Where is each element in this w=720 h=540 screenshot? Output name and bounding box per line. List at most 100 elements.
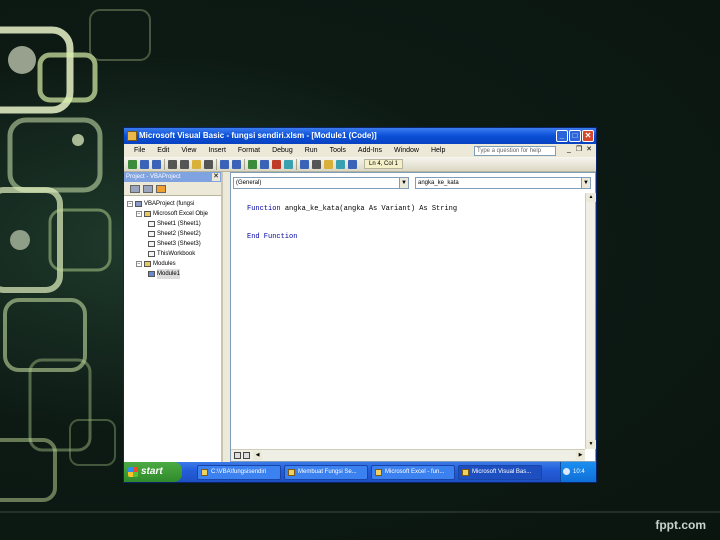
close-button[interactable]: ✕ <box>582 130 594 142</box>
excel-icon <box>375 468 382 476</box>
doc-close-button[interactable]: ✕ <box>585 146 593 154</box>
doc-minimize-button[interactable]: _ <box>565 146 573 154</box>
tray-icon[interactable] <box>563 468 570 475</box>
break-icon[interactable] <box>260 159 269 169</box>
tree-node-thisworkbook[interactable]: ThisWorkbook <box>124 249 221 259</box>
code-window: (General) ▼ angka_ke_kata ▼ Function ang… <box>230 172 596 462</box>
start-label: start <box>141 466 163 477</box>
tree-node-excel-objects[interactable]: − Microsoft Excel Obje <box>124 209 221 219</box>
tree-node-label: Module1 <box>157 269 181 279</box>
collapse-toggle[interactable]: − <box>127 201 133 207</box>
tree-node-vbaproject[interactable]: − VBAProject (fungsi <box>124 199 221 209</box>
tree-node-modules[interactable]: − Modules <box>124 259 221 269</box>
toolbox-icon[interactable] <box>336 159 345 169</box>
start-button[interactable]: start <box>124 462 182 482</box>
menu-run[interactable]: Run <box>299 147 324 154</box>
run-icon[interactable] <box>248 159 257 169</box>
code-text: angka_ke_kata(angka As Variant) As Strin… <box>284 205 458 213</box>
system-tray: 10:4 <box>560 462 596 482</box>
folder-icon <box>144 211 151 217</box>
view-object-icon[interactable] <box>143 184 153 193</box>
watermark-text: fppt.com <box>655 518 706 532</box>
view-code-icon[interactable] <box>130 184 140 193</box>
object-browser-icon[interactable] <box>324 159 333 169</box>
collapse-toggle[interactable]: − <box>136 261 142 267</box>
taskbar-item-vb-editor[interactable]: Microsoft Visual Bas... <box>458 464 542 480</box>
object-dropdown-value: (General) <box>236 180 262 186</box>
menu-format[interactable]: Format <box>232 147 266 154</box>
collapse-toggle[interactable]: − <box>136 211 142 217</box>
menu-debug[interactable]: Debug <box>266 147 299 154</box>
menu-edit[interactable]: Edit <box>151 147 175 154</box>
windows-logo-icon <box>128 467 138 477</box>
code-editor[interactable]: Function angka_ke_kata(angka As Variant)… <box>231 193 585 449</box>
tree-node-label: Microsoft Excel Obje <box>153 211 209 217</box>
vb-icon <box>462 468 469 476</box>
taskbar-item-excel[interactable]: Microsoft Excel - fun... <box>371 464 455 480</box>
ask-question-input[interactable]: Type a question for help <box>474 146 556 156</box>
copy-icon[interactable] <box>180 159 189 169</box>
sheet-icon <box>148 231 155 237</box>
tree-node-sheet1[interactable]: Sheet1 (Sheet1) <box>124 219 221 229</box>
menu-view[interactable]: View <box>175 147 202 154</box>
project-pane-close-button[interactable]: ✕ <box>212 173 220 181</box>
tree-node-module1[interactable]: Module1 <box>124 269 221 279</box>
project-pane-title: Project - VBAProject ✕ <box>124 172 221 182</box>
menu-add-ins[interactable]: Add-Ins <box>352 147 388 154</box>
menu-window[interactable]: Window <box>388 147 425 154</box>
tree-node-sheet3[interactable]: Sheet3 (Sheet3) <box>124 239 221 249</box>
scroll-right-icon[interactable]: ▶ <box>576 451 585 460</box>
find-icon[interactable] <box>204 159 213 169</box>
menu-tools[interactable]: Tools <box>324 147 352 154</box>
toolbar-separator <box>164 158 165 170</box>
vertical-scrollbar[interactable]: ▲ ▼ <box>585 193 596 449</box>
redo-icon[interactable] <box>232 159 241 169</box>
full-module-view-icon[interactable] <box>243 452 250 459</box>
menu-insert[interactable]: Insert <box>202 147 232 154</box>
title-bar[interactable]: Microsoft Visual Basic - fungsi sendiri.… <box>124 128 596 144</box>
dropdown-arrow-icon[interactable]: ▼ <box>399 178 408 188</box>
cursor-position-indicator: Ln 4, Col 1 <box>364 159 404 169</box>
code-line: End Function <box>247 233 585 247</box>
undo-icon[interactable] <box>220 159 229 169</box>
toolbar-separator <box>216 158 217 170</box>
code-keyword: Function <box>247 205 285 213</box>
reset-icon[interactable] <box>272 159 281 169</box>
folder-icon <box>144 261 151 267</box>
module-icon <box>148 271 155 277</box>
properties-icon[interactable] <box>312 159 321 169</box>
insert-module-icon[interactable] <box>140 159 149 169</box>
tree-node-label: Modules <box>153 261 176 267</box>
object-dropdown[interactable]: (General) ▼ <box>233 177 409 189</box>
menu-help[interactable]: Help <box>425 147 451 154</box>
menu-file[interactable]: File <box>128 147 151 154</box>
procedure-dropdown-value: angka_ke_kata <box>418 180 459 186</box>
project-explorer-icon[interactable] <box>300 159 309 169</box>
view-excel-icon[interactable] <box>128 159 137 169</box>
help-icon[interactable] <box>348 159 357 169</box>
tree-node-sheet2[interactable]: Sheet2 (Sheet2) <box>124 229 221 239</box>
paste-icon[interactable] <box>192 159 201 169</box>
doc-restore-button[interactable]: ❐ <box>575 146 583 154</box>
dropdown-arrow-icon[interactable]: ▼ <box>581 178 590 188</box>
toggle-folders-icon[interactable] <box>156 184 166 193</box>
procedure-dropdown[interactable]: angka_ke_kata ▼ <box>415 177 591 189</box>
code-keyword: End Function <box>247 233 298 241</box>
cut-icon[interactable] <box>168 159 177 169</box>
maximize-button[interactable]: □ <box>569 130 581 142</box>
scroll-left-icon[interactable]: ◀ <box>253 451 262 460</box>
minimize-button[interactable]: _ <box>556 130 568 142</box>
taskbar-item-browser[interactable]: Membuat Fungsi Se... <box>284 464 368 480</box>
scroll-down-icon[interactable]: ▼ <box>586 440 596 449</box>
project-pane-toolbar <box>124 182 221 196</box>
design-mode-icon[interactable] <box>284 159 293 169</box>
scroll-up-icon[interactable]: ▲ <box>586 193 596 202</box>
project-icon <box>135 201 142 207</box>
window-title: Microsoft Visual Basic - fungsi sendiri.… <box>139 131 377 140</box>
project-pane-title-text: Project - VBAProject <box>126 174 181 180</box>
save-icon[interactable] <box>152 159 161 169</box>
horizontal-scrollbar[interactable]: ◀ ▶ <box>231 449 585 461</box>
taskbar-item-label: Microsoft Excel - fun... <box>385 468 445 475</box>
taskbar-item-folder[interactable]: C:\VBA\fungsisendiri <box>197 464 281 480</box>
procedure-view-icon[interactable] <box>234 452 241 459</box>
